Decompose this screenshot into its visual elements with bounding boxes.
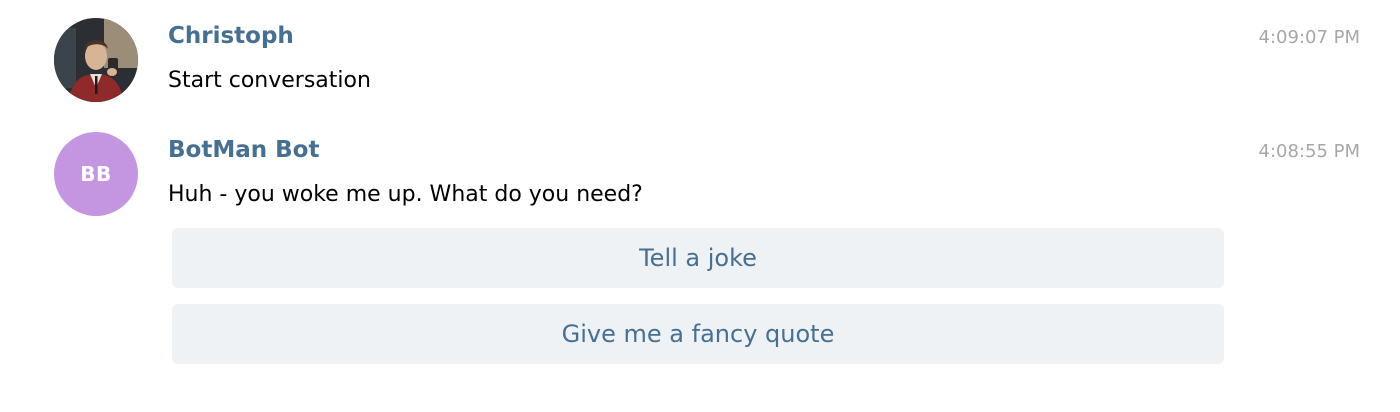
message-timestamp: 4:08:55 PM <box>1258 141 1361 162</box>
fancy-quote-button[interactable]: Give me a fancy quote <box>172 304 1224 364</box>
avatar-initials: BB <box>80 162 112 186</box>
button-label: Give me a fancy quote <box>561 320 835 348</box>
person-photo-icon <box>54 18 138 102</box>
message-author: BotMan Bot <box>168 137 320 163</box>
message-text: Huh - you woke me up. What do you need? <box>168 182 643 207</box>
user-photo-avatar[interactable] <box>54 18 138 102</box>
chat-window: Christoph Start conversation 4:09:07 PM … <box>0 0 1400 412</box>
button-label: Tell a joke <box>639 244 757 272</box>
message-timestamp: 4:09:07 PM <box>1258 27 1361 48</box>
message-author: Christoph <box>168 23 294 49</box>
bot-initials-avatar[interactable]: BB <box>54 132 138 216</box>
message-text: Start conversation <box>168 68 371 93</box>
quick-reply-buttons: Tell a joke Give me a fancy quote <box>172 228 1224 380</box>
tell-a-joke-button[interactable]: Tell a joke <box>172 228 1224 288</box>
